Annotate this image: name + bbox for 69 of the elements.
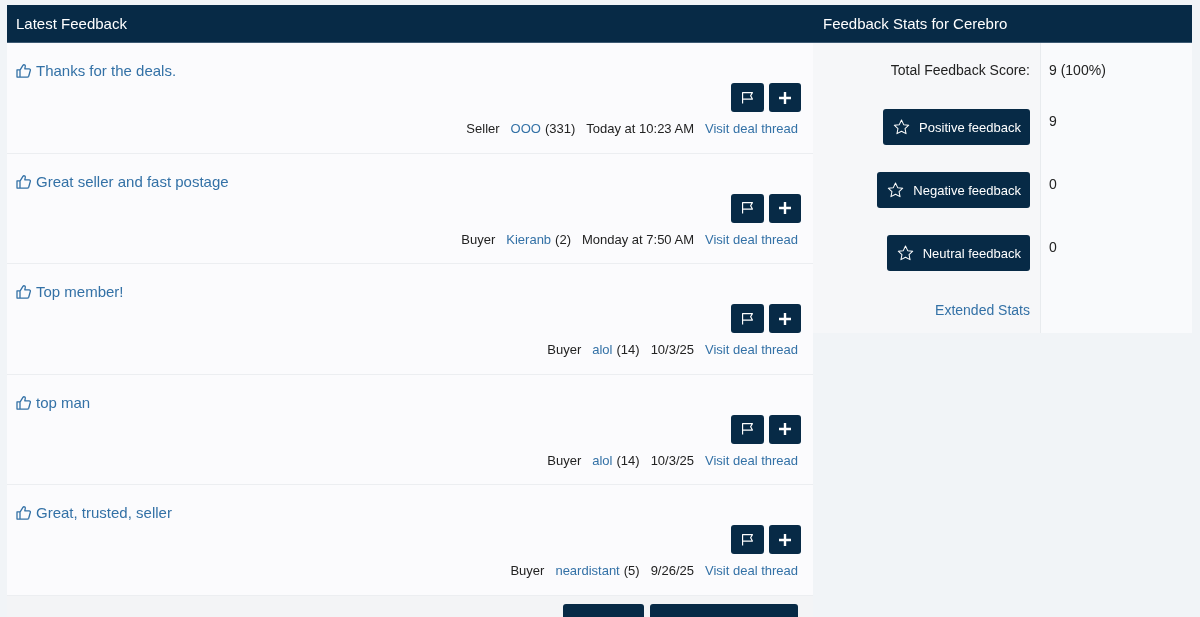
feedback-filter-button[interactable]: Positive feedback [883,109,1030,145]
feedback-count: (14) [616,342,640,358]
thumbs-up-icon [16,506,31,520]
plus-button[interactable] [769,193,801,223]
user-role: Buyer [547,452,582,469]
username-link[interactable]: alol [592,452,613,469]
feedback-date: Monday at 7:50 AM [582,231,694,248]
flag-icon [742,533,753,546]
flag-button[interactable] [731,304,764,333]
flag-icon [742,423,753,435]
flag-button[interactable] [731,83,764,112]
username-link[interactable]: neardistant [555,563,620,579]
flag-button[interactable] [731,414,764,444]
plus-icon [779,202,791,214]
username-link[interactable]: Kieranb [506,231,552,248]
feedback-count: (5) [623,563,640,579]
username-link[interactable]: alol [592,342,613,358]
feedback-count-value: 9 [1049,112,1057,131]
feedback-count-value: 0 [1049,175,1057,194]
panel-title: Latest Feedback [16,15,127,32]
feedback-comment-link[interactable]: Great, trusted, seller [36,504,172,522]
feedback-count: (14) [616,452,640,469]
plus-button[interactable] [769,304,801,333]
thumbs-up-icon [16,395,31,410]
plus-icon [779,91,791,104]
feedback-comment-link[interactable]: top man [36,393,91,412]
user-role: Buyer [510,563,545,579]
star-icon [893,119,911,135]
plus-icon [779,533,791,546]
feedback-count: (331) [544,121,576,137]
username-link[interactable]: OOO [510,121,541,137]
extended-stats-link[interactable]: Extended Stats [935,298,1030,322]
feedback-filter-button[interactable]: Neutral feedback [886,235,1030,271]
feedback-count-value: 0 [1049,238,1057,257]
star-icon [896,245,914,261]
panel-title: Feedback Stats for Cerebro [823,15,1008,32]
flag-icon [742,202,753,214]
deal-thread-link[interactable]: Visit deal thread [705,452,798,469]
feedback-date: Today at 10:23 AM [586,121,694,137]
total-score-value: 9 (100%) [1049,61,1106,80]
thumbs-up-icon [16,174,31,189]
feedback-count: (2) [555,231,571,248]
deal-thread-link[interactable]: Visit deal thread [705,231,798,248]
deal-thread-link[interactable]: Visit deal thread [705,563,798,579]
plus-icon [779,423,791,435]
feedback-comment-link[interactable]: Thanks for the deals. [36,62,177,80]
total-score-label: Total Feedback Score: [890,61,1030,80]
star-icon [887,182,905,198]
feedback-comment-link[interactable]: Great seller and fast postage [36,172,229,191]
deal-thread-link[interactable]: Visit deal thread [705,121,798,137]
feedback-date: 10/3/25 [650,342,694,358]
user-role: Seller [466,121,500,137]
flag-icon [742,91,753,104]
flag-button[interactable] [731,193,764,223]
thumbs-up-icon [16,285,31,299]
feedback-date: 10/3/25 [650,452,694,469]
feedback-date: 9/26/25 [650,563,694,579]
flag-icon [742,312,753,325]
plus-button[interactable] [769,525,801,554]
plus-button[interactable] [769,83,801,112]
user-role: Buyer [547,342,582,358]
feedback-filter-button[interactable]: Negative feedback [877,172,1030,208]
user-role: Buyer [461,231,496,248]
thumbs-up-icon [16,64,31,78]
flag-button[interactable] [731,525,764,554]
plus-button[interactable] [769,414,801,444]
deal-thread-link[interactable]: Visit deal thread [705,342,798,358]
feedback-comment-link[interactable]: Top member! [36,283,124,301]
plus-icon [779,312,791,325]
